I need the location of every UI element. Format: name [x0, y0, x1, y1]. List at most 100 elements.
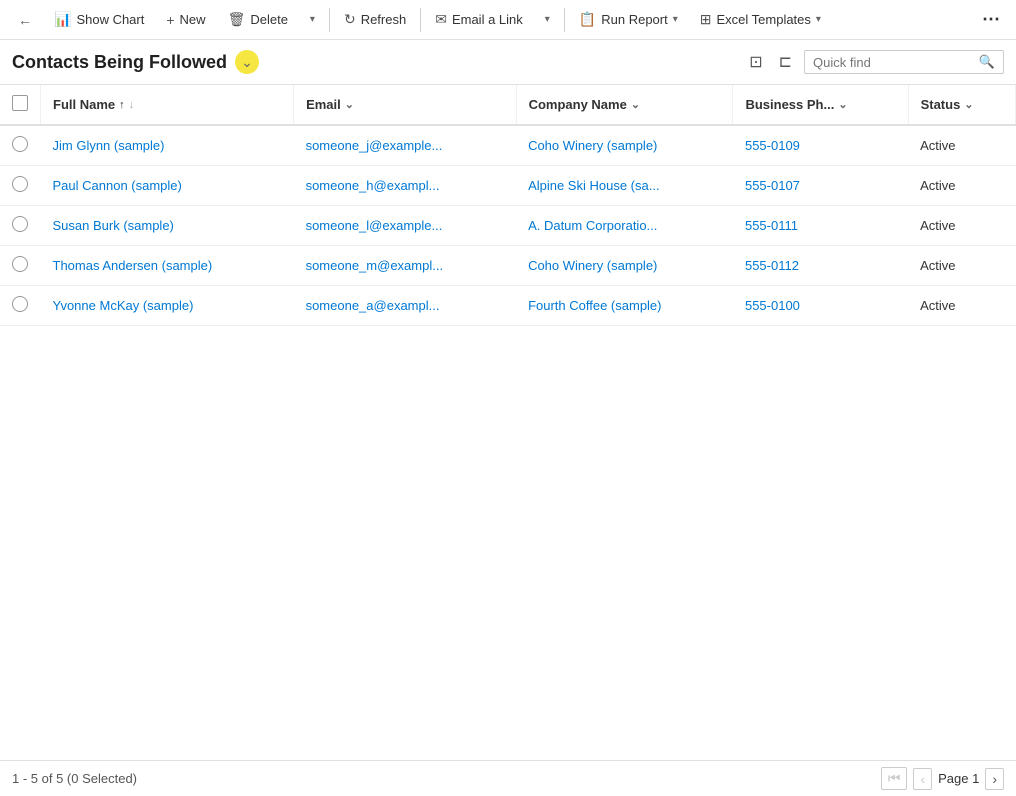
delete-label: Delete — [250, 12, 288, 27]
new-button[interactable]: + New — [156, 7, 215, 33]
email-link[interactable]: someone_j@example... — [306, 138, 443, 153]
first-page-button[interactable]: ⏮ — [881, 767, 908, 790]
company-link[interactable]: Alpine Ski House (sa... — [528, 178, 660, 193]
view-title-chevron[interactable]: ⌄ — [235, 50, 259, 74]
row-checkbox[interactable] — [12, 176, 28, 192]
company-link[interactable]: Coho Winery (sample) — [528, 138, 657, 153]
phone-link[interactable]: 555-0112 — [745, 258, 799, 273]
phone-link[interactable]: 555-0111 — [745, 218, 798, 233]
cell-full-name: Thomas Andersen (sample) — [41, 246, 294, 286]
row-checkbox[interactable] — [12, 136, 28, 152]
table-container: Full Name ↑ ↓ Email ⌄ Company Name ⌄ — [0, 85, 1016, 326]
select-all-col — [0, 85, 41, 125]
row-checkbox[interactable] — [12, 256, 28, 272]
business-phone-sort-icon: ⌄ — [838, 98, 847, 111]
status-sort-icon: ⌄ — [964, 98, 973, 111]
email-dropdown-arrow: ▾ — [545, 14, 550, 25]
chart-icon: 📊 — [54, 11, 71, 28]
phone-link[interactable]: 555-0100 — [745, 298, 800, 313]
cell-company: A. Datum Corporatio... — [516, 206, 733, 246]
full-name-link[interactable]: Paul Cannon (sample) — [53, 178, 182, 193]
show-chart-label: Show Chart — [76, 12, 144, 27]
status-header[interactable]: Status ⌄ — [921, 97, 1003, 112]
status-label: Status — [921, 97, 961, 112]
sort-desc-icon: ↓ — [129, 99, 135, 111]
row-checkbox-cell — [0, 286, 41, 326]
select-all-checkbox[interactable] — [12, 95, 28, 111]
run-report-label: Run Report — [601, 12, 667, 27]
cell-company: Coho Winery (sample) — [516, 246, 733, 286]
toolbar: ← 📊 Show Chart + New 🗑 Delete ▾ ↻ Refres… — [0, 0, 1016, 40]
table-row: Yvonne McKay (sample) someone_a@exampl..… — [0, 286, 1016, 326]
back-icon: ← — [18, 12, 32, 28]
layout-icon: ⊡ — [749, 54, 762, 71]
excel-icon: ⊞ — [700, 11, 712, 28]
sort-asc-icon: ↑ — [119, 99, 125, 111]
table-row: Susan Burk (sample) someone_l@example...… — [0, 206, 1016, 246]
footer: 1 - 5 of 5 (0 Selected) ⏮ ‹ Page 1 › — [0, 760, 1016, 796]
show-chart-button[interactable]: 📊 Show Chart — [44, 6, 154, 33]
phone-link[interactable]: 555-0109 — [745, 138, 800, 153]
run-report-button[interactable]: 📋 Run Report ▾ — [569, 6, 688, 33]
company-link[interactable]: Fourth Coffee (sample) — [528, 298, 661, 313]
cell-email: someone_a@exampl... — [294, 286, 516, 326]
next-page-button[interactable]: › — [985, 768, 1004, 790]
quick-find-input[interactable] — [813, 55, 979, 70]
page-label: Page 1 — [938, 771, 979, 786]
email-header[interactable]: Email ⌄ — [306, 97, 503, 112]
cell-status: Active — [908, 246, 1015, 286]
table-body: Jim Glynn (sample) someone_j@example... … — [0, 125, 1016, 326]
business-phone-header[interactable]: Business Ph... ⌄ — [745, 97, 895, 112]
full-name-link[interactable]: Thomas Andersen (sample) — [53, 258, 213, 273]
email-icon: ✉ — [435, 11, 447, 28]
full-name-header[interactable]: Full Name ↑ ↓ — [53, 97, 281, 112]
refresh-icon: ↻ — [344, 11, 356, 28]
excel-dropdown-arrow: ▾ — [816, 14, 821, 25]
cell-company: Fourth Coffee (sample) — [516, 286, 733, 326]
company-link[interactable]: A. Datum Corporatio... — [528, 218, 657, 233]
separator-3 — [564, 8, 565, 32]
delete-dropdown-arrow: ▾ — [310, 14, 315, 25]
email-sort-icon: ⌄ — [345, 98, 354, 111]
email-link[interactable]: someone_l@example... — [306, 218, 443, 233]
filter-icon: ⊏ — [779, 54, 792, 71]
email-label: Email — [306, 97, 341, 112]
phone-link[interactable]: 555-0107 — [745, 178, 800, 193]
email-link-button[interactable]: ✉ Email a Link — [425, 6, 533, 33]
delete-button[interactable]: 🗑 Delete — [218, 6, 298, 33]
view-header: Contacts Being Followed ⌄ ⊡ ⊏ 🔍 — [0, 40, 1016, 85]
email-link[interactable]: someone_m@exampl... — [306, 258, 443, 273]
table-row: Thomas Andersen (sample) someone_m@examp… — [0, 246, 1016, 286]
email-link[interactable]: someone_a@exampl... — [306, 298, 440, 313]
record-info: 1 - 5 of 5 (0 Selected) — [12, 771, 137, 786]
row-checkbox[interactable] — [12, 296, 28, 312]
row-checkbox-cell — [0, 166, 41, 206]
full-name-link[interactable]: Jim Glynn (sample) — [53, 138, 165, 153]
cell-status: Active — [908, 125, 1015, 166]
email-link[interactable]: someone_h@exampl... — [306, 178, 440, 193]
quick-find-container: 🔍 — [804, 50, 1004, 74]
company-header[interactable]: Company Name ⌄ — [529, 97, 721, 112]
cell-business-phone: 555-0111 — [733, 206, 908, 246]
table-row: Jim Glynn (sample) someone_j@example... … — [0, 125, 1016, 166]
prev-page-button[interactable]: ‹ — [913, 768, 932, 790]
cell-email: someone_h@exampl... — [294, 166, 516, 206]
back-button[interactable]: ← — [8, 7, 42, 33]
delete-dropdown-button[interactable]: ▾ — [300, 9, 325, 30]
excel-templates-button[interactable]: ⊞ Excel Templates ▾ — [690, 6, 831, 33]
row-checkbox[interactable] — [12, 216, 28, 232]
refresh-button[interactable]: ↻ Refresh — [334, 6, 416, 33]
cell-company: Coho Winery (sample) — [516, 125, 733, 166]
full-name-link[interactable]: Susan Burk (sample) — [53, 218, 174, 233]
cell-email: someone_m@exampl... — [294, 246, 516, 286]
filter-button[interactable]: ⊏ — [775, 48, 796, 76]
cell-status: Active — [908, 286, 1015, 326]
refresh-label: Refresh — [361, 12, 407, 27]
new-label: New — [180, 12, 206, 27]
full-name-link[interactable]: Yvonne McKay (sample) — [53, 298, 194, 313]
company-link[interactable]: Coho Winery (sample) — [528, 258, 657, 273]
business-phone-label: Business Ph... — [745, 97, 834, 112]
layout-button[interactable]: ⊡ — [745, 48, 766, 76]
email-dropdown-button[interactable]: ▾ — [535, 9, 560, 30]
more-button[interactable]: ⋯ — [974, 4, 1008, 35]
